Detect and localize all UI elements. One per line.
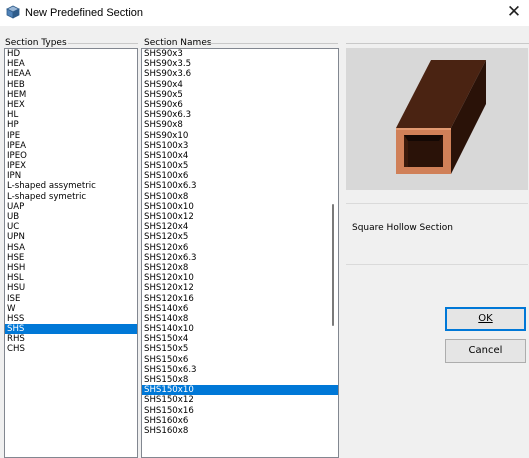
list-item[interactable]: SHS100x12 <box>142 212 338 222</box>
list-item[interactable]: IPEO <box>5 151 137 161</box>
list-item[interactable]: SHS <box>5 324 137 335</box>
list-item[interactable]: UPN <box>5 232 137 242</box>
list-item[interactable]: SHS120x4 <box>142 222 338 232</box>
section-names-label: Section Names <box>144 38 212 48</box>
title-bar: New Predefined Section ✕ <box>0 0 529 26</box>
list-item[interactable]: HL <box>5 110 137 120</box>
section-description: Square Hollow Section <box>352 223 453 233</box>
list-item[interactable]: HEAA <box>5 69 137 79</box>
list-item[interactable]: HEA <box>5 59 137 69</box>
list-item[interactable]: SHS90x3.6 <box>142 69 338 79</box>
list-item[interactable]: SHS100x3 <box>142 141 338 151</box>
list-item[interactable]: SHS120x5 <box>142 232 338 242</box>
ok-button[interactable]: OK <box>445 307 526 331</box>
group-separator <box>68 43 138 44</box>
section-types-label: Section Types <box>5 38 67 48</box>
window-title: New Predefined Section <box>25 7 144 19</box>
list-item[interactable]: SHS90x10 <box>142 131 338 141</box>
list-item[interactable]: SHS160x6 <box>142 416 338 426</box>
list-item[interactable]: SHS100x6.3 <box>142 181 338 191</box>
list-item[interactable]: L-shaped symetric <box>5 192 137 202</box>
list-item[interactable]: L-shaped assymetric <box>5 181 137 191</box>
list-item[interactable]: IPEA <box>5 141 137 151</box>
close-button[interactable]: ✕ <box>499 0 529 26</box>
list-item[interactable]: HSA <box>5 243 137 253</box>
close-icon: ✕ <box>506 2 522 22</box>
ok-button-label: OK <box>478 313 493 324</box>
group-separator <box>346 43 529 44</box>
list-item[interactable]: SHS150x4 <box>142 334 338 344</box>
section-names-list[interactable]: SHS90x3 SHS90x3.5 SHS90x3.6 SHS90x4 SHS90x5 S… <box>141 48 339 458</box>
list-item[interactable]: SHS150x6.3 <box>142 365 338 375</box>
list-item[interactable]: ISE <box>5 294 137 304</box>
list-item[interactable]: SHS150x5 <box>142 344 338 354</box>
section-preview <box>346 48 528 190</box>
list-item[interactable]: SHS140x10 <box>142 324 338 334</box>
list-item[interactable]: SHS100x6 <box>142 171 338 181</box>
list-item[interactable]: IPE <box>5 131 137 141</box>
list-item[interactable]: SHS90x4 <box>142 80 338 90</box>
list-item[interactable]: SHS100x8 <box>142 192 338 202</box>
list-item[interactable]: SHS120x8 <box>142 263 338 273</box>
list-item[interactable]: HSS <box>5 314 137 324</box>
list-item[interactable]: RHS <box>5 334 137 344</box>
section-types-list[interactable]: HD HEA HEAA HEB HEM HEX HL HP IPE IPEA IPEO IPEX IPN… <box>4 48 138 458</box>
list-item[interactable]: HD <box>5 49 137 59</box>
list-item[interactable]: SHS120x10 <box>142 273 338 283</box>
list-item[interactable]: SHS100x5 <box>142 161 338 171</box>
list-item[interactable]: HSE <box>5 253 137 263</box>
list-item[interactable]: IPN <box>5 171 137 181</box>
description-panel: Square Hollow Section <box>346 203 528 265</box>
list-item[interactable]: W <box>5 304 137 314</box>
list-item[interactable]: SHS90x8 <box>142 120 338 130</box>
list-item[interactable]: SHS100x4 <box>142 151 338 161</box>
list-item[interactable]: SHS150x8 <box>142 375 338 385</box>
list-item[interactable]: SHS90x3.5 <box>142 59 338 69</box>
list-item[interactable]: SHS160x8 <box>142 426 338 436</box>
list-item[interactable]: SHS90x6.3 <box>142 110 338 120</box>
list-item[interactable]: SHS140x6 <box>142 304 338 314</box>
list-item[interactable]: HSL <box>5 273 137 283</box>
list-item[interactable]: UB <box>5 212 137 222</box>
cancel-button[interactable]: Cancel <box>445 339 526 363</box>
list-item[interactable]: SHS120x6.3 <box>142 253 338 263</box>
list-item[interactable]: HEB <box>5 80 137 90</box>
group-separator <box>208 43 338 44</box>
list-item[interactable]: SHS150x6 <box>142 355 338 365</box>
cancel-button-label: Cancel <box>468 345 503 356</box>
list-item[interactable]: SHS140x8 <box>142 314 338 324</box>
list-item[interactable]: HEM <box>5 90 137 100</box>
list-item[interactable]: HSH <box>5 263 137 273</box>
list-item[interactable]: HEX <box>5 100 137 110</box>
list-item[interactable]: CHS <box>5 344 137 354</box>
list-item[interactable]: SHS90x6 <box>142 100 338 110</box>
square-hollow-section-3d-icon <box>396 60 486 174</box>
list-item[interactable]: SHS150x12 <box>142 395 338 405</box>
list-item[interactable]: HP <box>5 120 137 130</box>
list-item[interactable]: SHS100x10 <box>142 202 338 212</box>
list-item[interactable]: SHS120x6 <box>142 243 338 253</box>
app-icon <box>6 5 20 19</box>
list-item[interactable]: UAP <box>5 202 137 212</box>
list-item[interactable]: SHS90x3 <box>142 49 338 59</box>
list-item[interactable]: SHS150x16 <box>142 406 338 416</box>
list-item[interactable]: SHS120x12 <box>142 283 338 293</box>
scrollbar-thumb[interactable] <box>332 204 334 326</box>
list-item[interactable]: UC <box>5 222 137 232</box>
list-item[interactable]: HSU <box>5 283 137 293</box>
list-item[interactable]: SHS120x16 <box>142 294 338 304</box>
list-item[interactable]: SHS150x10 <box>142 385 338 396</box>
list-item[interactable]: IPEX <box>5 161 137 171</box>
list-item[interactable]: SHS90x5 <box>142 90 338 100</box>
